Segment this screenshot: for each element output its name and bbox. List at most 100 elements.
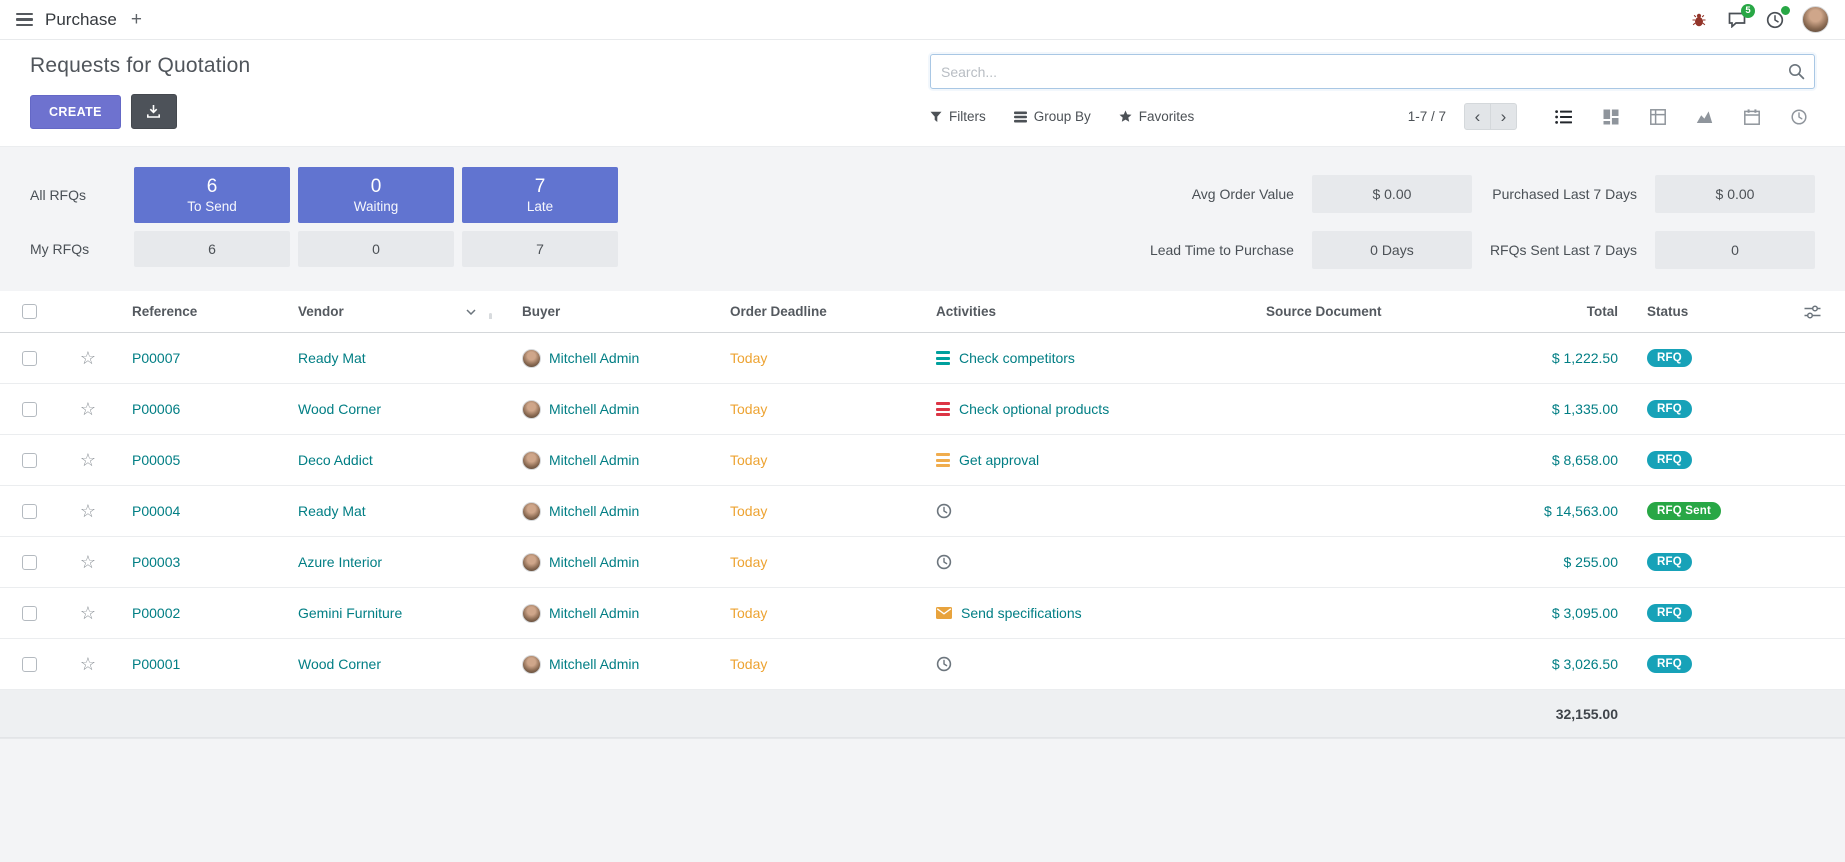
- export-button[interactable]: [131, 94, 177, 129]
- activity-summary-link[interactable]: Check competitors: [959, 350, 1075, 366]
- favorite-star-icon[interactable]: ☆: [80, 349, 96, 367]
- card-late[interactable]: 7 Late: [462, 167, 618, 223]
- reference-link[interactable]: P00003: [132, 554, 180, 570]
- table-row[interactable]: ☆ P00004 Ready Mat Mitchell Admin Today …: [0, 486, 1845, 537]
- column-vendor[interactable]: Vendor: [282, 304, 506, 319]
- vendor-link[interactable]: Gemini Furniture: [298, 605, 402, 621]
- table-row[interactable]: ☆ P00007 Ready Mat Mitchell Admin Today …: [0, 333, 1845, 384]
- table-row[interactable]: ☆ P00003 Azure Interior Mitchell Admin T…: [0, 537, 1845, 588]
- reference-link[interactable]: P00005: [132, 452, 180, 468]
- rfqs-sent-last-7-days[interactable]: 0: [1655, 231, 1815, 269]
- table-row[interactable]: ☆ P00002 Gemini Furniture Mitchell Admin…: [0, 588, 1845, 639]
- activity-type-icon[interactable]: [936, 607, 961, 619]
- list-view-button[interactable]: [1547, 103, 1580, 130]
- activity-type-icon[interactable]: [936, 503, 961, 519]
- column-status[interactable]: Status: [1638, 304, 1780, 319]
- optional-columns-icon[interactable]: [1804, 305, 1821, 319]
- activity-type-icon[interactable]: [936, 351, 959, 365]
- favorite-star-icon[interactable]: ☆: [80, 502, 96, 520]
- reference-link[interactable]: P00004: [132, 503, 180, 519]
- vendor-link[interactable]: Ready Mat: [298, 350, 366, 366]
- activity-summary-link[interactable]: Send specifications: [961, 605, 1082, 621]
- row-checkbox[interactable]: [22, 402, 37, 417]
- table-row[interactable]: ☆ P00005 Deco Addict Mitchell Admin Toda…: [0, 435, 1845, 486]
- debug-bug-icon[interactable]: [1688, 9, 1710, 31]
- group-by-button[interactable]: Group By: [1014, 109, 1091, 124]
- messages-icon[interactable]: 5: [1726, 9, 1748, 31]
- my-to-send-count[interactable]: 6: [134, 231, 290, 267]
- graph-view-button[interactable]: [1688, 103, 1721, 130]
- row-checkbox[interactable]: [22, 453, 37, 468]
- favorite-star-icon[interactable]: ☆: [80, 400, 96, 418]
- pivot-view-button[interactable]: [1641, 103, 1674, 130]
- buyer-link[interactable]: Mitchell Admin: [549, 554, 639, 570]
- buyer-link[interactable]: Mitchell Admin: [549, 605, 639, 621]
- column-buyer[interactable]: Buyer: [506, 304, 714, 319]
- apps-menu-icon[interactable]: [16, 13, 33, 27]
- activity-type-icon[interactable]: [936, 453, 959, 467]
- app-menu-purchase[interactable]: Purchase: [45, 10, 117, 30]
- pager-previous-button[interactable]: ‹: [1464, 103, 1491, 130]
- lead-time-value[interactable]: 0 Days: [1312, 231, 1472, 269]
- buyer-link[interactable]: Mitchell Admin: [549, 503, 639, 519]
- all-rfqs-filter[interactable]: All RFQs: [30, 187, 126, 203]
- activity-summary-link[interactable]: Check optional products: [959, 401, 1109, 417]
- activity-view-button[interactable]: [1782, 103, 1815, 130]
- column-activities[interactable]: Activities: [920, 304, 1250, 319]
- search-input[interactable]: [931, 55, 1814, 88]
- activity-summary-link[interactable]: Get approval: [959, 452, 1039, 468]
- favorite-star-icon[interactable]: ☆: [80, 451, 96, 469]
- activity-type-icon[interactable]: [936, 554, 961, 570]
- vendor-link[interactable]: Wood Corner: [298, 656, 381, 672]
- search-icon[interactable]: [1788, 63, 1805, 80]
- buyer-link[interactable]: Mitchell Admin: [549, 350, 639, 366]
- filters-button[interactable]: Filters: [930, 109, 986, 124]
- vendor-link[interactable]: Deco Addict: [298, 452, 373, 468]
- column-reference[interactable]: Reference: [116, 304, 282, 319]
- row-checkbox[interactable]: [22, 657, 37, 672]
- plus-icon[interactable]: +: [131, 10, 142, 29]
- buyer-link[interactable]: Mitchell Admin: [549, 656, 639, 672]
- search-box[interactable]: [930, 54, 1815, 89]
- calendar-view-button[interactable]: [1735, 103, 1768, 130]
- table-row[interactable]: ☆ P00006 Wood Corner Mitchell Admin Toda…: [0, 384, 1845, 435]
- table-row[interactable]: ☆ P00001 Wood Corner Mitchell Admin Toda…: [0, 639, 1845, 690]
- favorites-button[interactable]: Favorites: [1119, 109, 1195, 124]
- my-waiting-count[interactable]: 0: [298, 231, 454, 267]
- card-waiting[interactable]: 0 Waiting: [298, 167, 454, 223]
- column-total[interactable]: Total: [1468, 304, 1638, 319]
- user-avatar[interactable]: [1802, 6, 1829, 33]
- buyer-link[interactable]: Mitchell Admin: [549, 452, 639, 468]
- column-source-document[interactable]: Source Document: [1250, 304, 1468, 319]
- reference-link[interactable]: P00006: [132, 401, 180, 417]
- activity-type-icon[interactable]: [936, 656, 961, 672]
- create-button[interactable]: CREATE: [30, 95, 121, 129]
- activity-type-icon[interactable]: [936, 402, 959, 416]
- favorite-star-icon[interactable]: ☆: [80, 553, 96, 571]
- reference-link[interactable]: P00002: [132, 605, 180, 621]
- column-resize-handle[interactable]: [489, 313, 492, 319]
- row-checkbox[interactable]: [22, 606, 37, 621]
- row-checkbox[interactable]: [22, 555, 37, 570]
- vendor-sort-caret-icon[interactable]: [466, 309, 476, 315]
- activities-clock-icon[interactable]: [1764, 9, 1786, 31]
- favorite-star-icon[interactable]: ☆: [80, 604, 96, 622]
- row-checkbox[interactable]: [22, 351, 37, 366]
- avg-order-value[interactable]: $ 0.00: [1312, 175, 1472, 213]
- my-late-count[interactable]: 7: [462, 231, 618, 267]
- pager-next-button[interactable]: ›: [1490, 103, 1517, 130]
- column-order-deadline[interactable]: Order Deadline: [714, 304, 920, 319]
- kanban-view-button[interactable]: [1594, 103, 1627, 130]
- reference-link[interactable]: P00007: [132, 350, 180, 366]
- purchased-last-7-days[interactable]: $ 0.00: [1655, 175, 1815, 213]
- buyer-link[interactable]: Mitchell Admin: [549, 401, 639, 417]
- vendor-link[interactable]: Azure Interior: [298, 554, 382, 570]
- row-checkbox[interactable]: [22, 504, 37, 519]
- card-to-send[interactable]: 6 To Send: [134, 167, 290, 223]
- select-all-checkbox[interactable]: [22, 304, 37, 319]
- vendor-link[interactable]: Wood Corner: [298, 401, 381, 417]
- vendor-link[interactable]: Ready Mat: [298, 503, 366, 519]
- favorite-star-icon[interactable]: ☆: [80, 655, 96, 673]
- reference-link[interactable]: P00001: [132, 656, 180, 672]
- my-rfqs-filter[interactable]: My RFQs: [30, 241, 126, 257]
